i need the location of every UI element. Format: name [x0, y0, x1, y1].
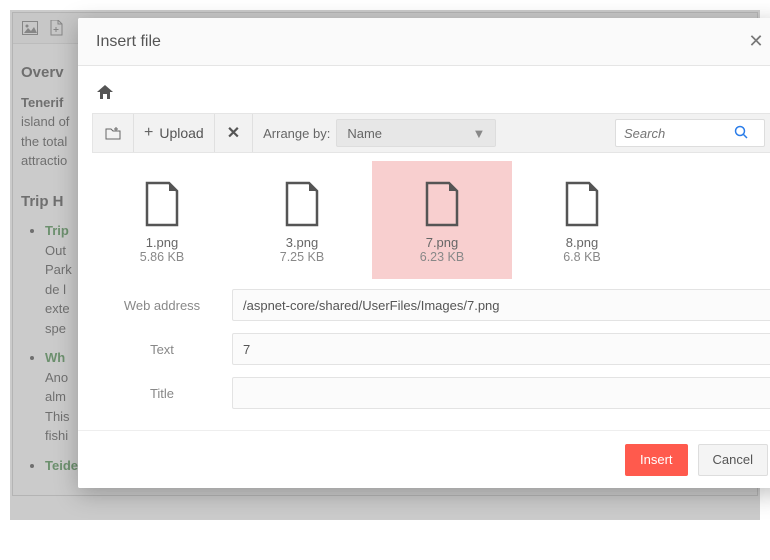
web-address-label: Web address: [92, 298, 232, 313]
text-label: Text: [92, 342, 232, 357]
file-tile[interactable]: 7.png6.23 KB: [372, 161, 512, 279]
title-label: Title: [92, 386, 232, 401]
close-icon: ✕: [748, 31, 763, 52]
search-input[interactable]: [624, 126, 734, 141]
chevron-down-icon: ▼: [472, 126, 485, 141]
text-input[interactable]: [232, 333, 770, 365]
web-address-input[interactable]: [232, 289, 770, 321]
cancel-button[interactable]: Cancel: [698, 444, 768, 476]
file-name: 3.png: [286, 235, 319, 250]
file-icon: [283, 181, 321, 227]
file-size: 5.86 KB: [140, 250, 184, 264]
clear-button[interactable]: ✕: [215, 114, 253, 152]
file-size: 6.8 KB: [563, 250, 601, 264]
file-tile[interactable]: 1.png5.86 KB: [92, 161, 232, 279]
file-icon: [423, 181, 461, 227]
insert-file-modal: Insert file ✕ + Upload ✕ Arrange by: [78, 18, 770, 488]
modal-body: + Upload ✕ Arrange by: Name ▼: [78, 66, 770, 430]
file-toolbar: + Upload ✕ Arrange by: Name ▼: [92, 113, 770, 153]
files-grid: 1.png5.86 KB3.png7.25 KB7.png6.23 KB8.pn…: [92, 161, 770, 279]
upload-label: Upload: [159, 125, 203, 141]
search-box: [615, 119, 765, 147]
new-folder-icon: [105, 126, 121, 140]
plus-icon: +: [144, 124, 153, 142]
file-size: 6.23 KB: [420, 250, 464, 264]
form-area: Web address Text Title: [92, 289, 770, 421]
close-button[interactable]: ✕: [744, 30, 768, 54]
file-icon: [563, 181, 601, 227]
modal-footer: Insert Cancel: [78, 430, 770, 488]
file-tile[interactable]: 8.png6.8 KB: [512, 161, 652, 279]
arrange-by-label: Arrange by:: [253, 114, 336, 152]
x-icon: ✕: [227, 123, 240, 143]
title-input[interactable]: [232, 377, 770, 409]
breadcrumb: [92, 80, 770, 113]
file-tile[interactable]: 3.png7.25 KB: [232, 161, 372, 279]
search-icon: [734, 125, 748, 142]
upload-button[interactable]: + Upload: [134, 114, 215, 152]
modal-header: Insert file ✕: [78, 18, 770, 66]
new-folder-button[interactable]: [93, 114, 134, 152]
home-button[interactable]: [96, 87, 114, 103]
arrange-by-value: Name: [347, 126, 382, 141]
home-icon: [96, 84, 114, 100]
file-name: 7.png: [426, 235, 459, 250]
modal-title: Insert file: [96, 33, 161, 51]
file-icon: [143, 181, 181, 227]
file-name: 8.png: [566, 235, 599, 250]
arrange-by-select[interactable]: Name ▼: [336, 119, 496, 147]
insert-button[interactable]: Insert: [625, 444, 688, 476]
file-size: 7.25 KB: [280, 250, 324, 264]
file-name: 1.png: [146, 235, 179, 250]
